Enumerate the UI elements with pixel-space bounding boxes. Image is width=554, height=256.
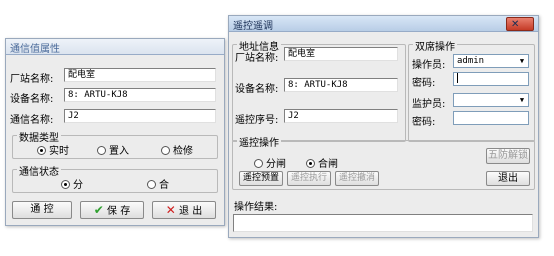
text-cursor [457,73,458,83]
right-dialog-title: 遥控遥调 [233,21,273,32]
radio-maintenance[interactable]: 检修 [161,142,193,157]
radio-dot-icon [306,159,315,168]
radio-dot-icon [37,146,46,155]
right-exit-button[interactable]: 退出 [486,171,530,186]
save-button[interactable]: ✔ 保 存 [80,201,144,219]
dual-operation-group-title: 双席操作 [413,38,457,53]
operator-select[interactable]: admin ▼ [453,54,529,68]
x-icon: ✕ [165,203,176,217]
control-operation-group-title: 遥控操作 [237,134,281,149]
preset-button[interactable]: 遥控预置 [239,171,283,186]
radio-set-label: 置入 [109,146,129,157]
unlock-button[interactable]: 五防解锁 [486,148,530,164]
data-type-group: 数据类型 实时 置入 检修 [12,129,218,159]
result-field [233,214,533,232]
right-titlebar[interactable]: 遥控遥调 ✕ [229,16,538,32]
radio-trip[interactable]: 分闸 [254,155,286,170]
radio-maintenance-label: 检修 [173,146,193,157]
device-name-label: 设备名称: [10,94,54,105]
guardian-password-label: 密码: [412,117,436,128]
radio-circle-icon [254,159,263,168]
radio-open-label: 分 [73,180,83,191]
save-button-label: 保 存 [107,206,131,217]
execute-button-label: 遥控执行 [290,173,327,183]
comm-name-field[interactable]: J2 [64,109,216,123]
operator-select-value: admin [457,56,485,66]
radio-realtime-label: 实时 [49,146,69,157]
dropdown-arrow-icon[interactable]: ▼ [516,94,528,106]
right-station-label: 厂站名称: [235,53,279,64]
radio-closing[interactable]: 合闸 [306,155,338,170]
radio-circle-icon [161,146,170,155]
remote-control-dialog: 遥控遥调 ✕ 地址信息 厂站名称: 配电室 设备名称: 8: ARTU-KJ8 … [228,15,539,238]
cancel-button-label: 遥控撤消 [338,173,375,183]
exit-button-label: 退 出 [179,206,203,217]
comm-name-label: 通信名称: [10,115,54,126]
control-button-label: 通 控 [30,204,54,215]
radio-close-label: 合 [159,180,169,191]
close-button[interactable]: ✕ [506,17,534,31]
control-seq-field[interactable]: J2 [284,109,398,123]
checkmark-icon: ✔ [93,203,104,217]
operator-label: 操作员: [412,60,446,71]
radio-realtime[interactable]: 实时 [37,142,69,157]
station-name-label: 厂站名称: [10,74,54,85]
cancel-button[interactable]: 遥控撤消 [335,171,379,186]
radio-close[interactable]: 合 [147,176,169,191]
control-button[interactable]: 通 控 [12,201,72,219]
result-label: 操作结果: [234,202,278,213]
right-station-field[interactable]: 配电室 [284,47,398,61]
radio-open[interactable]: 分 [61,176,83,191]
radio-circle-icon [147,180,156,189]
right-exit-button-label: 退出 [498,173,518,184]
dropdown-arrow-icon[interactable]: ▼ [516,55,528,67]
device-name-field[interactable]: 8: ARTU-KJ8 [64,88,216,102]
unlock-button-label: 五防解锁 [488,150,528,161]
left-dialog-title: 通信值属性 [10,44,60,55]
radio-set[interactable]: 置入 [97,142,129,157]
right-device-label: 设备名称: [235,84,279,95]
right-device-field[interactable]: 8: ARTU-KJ8 [284,78,398,92]
station-name-field[interactable]: 配电室 [64,68,216,82]
operator-password-input[interactable] [453,72,529,86]
control-seq-label: 遥控序号: [235,115,279,126]
close-icon: ✕ [511,19,520,30]
radio-trip-label: 分闸 [266,159,286,170]
comm-value-dialog: 通信值属性 厂站名称: 配电室 设备名称: 8: ARTU-KJ8 通信名称: … [5,38,225,226]
execute-button[interactable]: 遥控执行 [287,171,331,186]
guardian-label: 监护员: [412,99,446,110]
exit-button[interactable]: ✕ 退 出 [152,201,216,219]
comm-status-group: 通信状态 分 合 [12,163,218,193]
radio-circle-icon [97,146,106,155]
preset-button-label: 遥控预置 [242,173,279,183]
guardian-password-input[interactable] [453,111,529,125]
radio-closing-label: 合闸 [318,159,338,170]
radio-dot-icon [61,180,70,189]
comm-status-group-title: 通信状态 [17,163,61,178]
left-titlebar[interactable]: 通信值属性 [6,39,224,55]
operator-password-label: 密码: [412,78,436,89]
guardian-select[interactable]: ▼ [453,93,529,107]
